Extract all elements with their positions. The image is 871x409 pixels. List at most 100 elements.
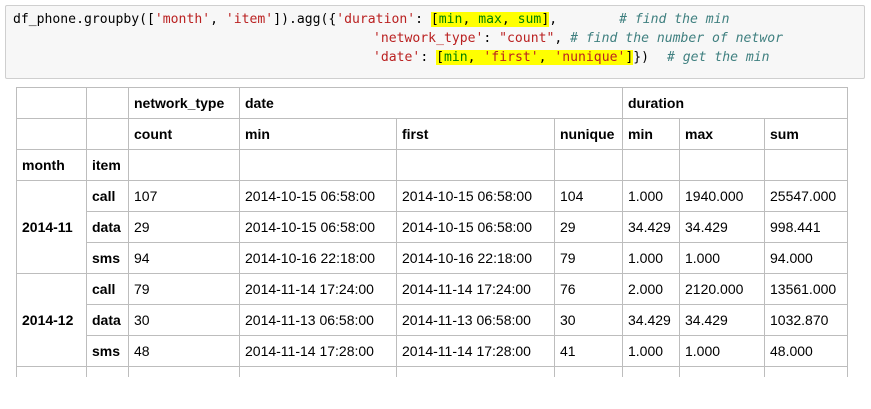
header-duration-max: max <box>679 118 765 150</box>
code-punct: , <box>538 50 555 65</box>
code-cell[interactable]: df_phone.groupby(['month', 'item']).agg(… <box>5 5 865 79</box>
header-duration-sum: sum <box>764 118 848 150</box>
header-date-first: first <box>396 118 555 150</box>
cell-duration-min: 1.000 <box>622 242 680 274</box>
row-index-item: data <box>86 211 129 243</box>
header-duration-min: min <box>622 118 680 150</box>
cell-count: 48 <box>128 335 240 367</box>
header-blank <box>86 87 129 119</box>
code-string-count: "count" <box>499 31 555 46</box>
cell-count: 30 <box>128 304 240 336</box>
cell-date-nunique: 79 <box>554 242 623 274</box>
table-row: data 29 2014-10-15 06:58:00 2014-10-15 0… <box>17 211 848 243</box>
code-punct: : <box>483 31 500 46</box>
cell-duration-sum: 94.000 <box>764 242 848 274</box>
cell-date-first: 2014-11-14 17:28:00 <box>396 335 555 367</box>
cell-date-first: 2014-11-14 17:24:00 <box>396 273 555 305</box>
cell-date-first: 2014-10-15 06:58:00 <box>396 211 555 243</box>
code-comment-3: # get the min <box>667 50 770 65</box>
code-string-item: 'item' <box>225 12 274 27</box>
cell-duration-sum: 1032.870 <box>764 304 848 336</box>
cell-duration-sum: 48.000 <box>764 335 848 367</box>
table-row: sms 94 2014-10-16 22:18:00 2014-10-16 22… <box>17 242 848 274</box>
cell-duration-min: 2.000 <box>622 273 680 305</box>
cell-count: 107 <box>128 180 240 212</box>
cell-date-min: 2014-10-16 22:18:00 <box>239 242 397 274</box>
cell-duration-min: 1.000 <box>622 335 680 367</box>
row-index-item: sms <box>86 242 129 274</box>
header-blank <box>16 87 87 119</box>
header-duration: duration <box>622 87 848 119</box>
cell-date-min: 2014-11-13 06:58:00 <box>239 304 397 336</box>
cell-count: 94 <box>128 242 240 274</box>
cell-count: 29 <box>128 211 240 243</box>
code-string-duration: 'duration' <box>336 12 416 27</box>
code-punct: }) <box>633 50 650 65</box>
code-builtin-min: min <box>443 50 468 65</box>
index-name-item: item <box>86 149 129 181</box>
cell-date-nunique: 104 <box>554 180 623 212</box>
code-punct: , <box>467 50 484 65</box>
row-index-item: call <box>86 273 129 305</box>
row-index-item: data <box>86 304 129 336</box>
cell-date-first: 2014-11-13 06:58:00 <box>396 304 555 336</box>
cell-duration-max: 1.000 <box>679 242 765 274</box>
code-punct: : <box>415 12 431 27</box>
code-punct: , <box>554 31 571 46</box>
code-builtin-min: min <box>438 12 463 27</box>
table-row: 2014-12 call 79 2014-11-14 17:24:00 2014… <box>16 273 848 367</box>
row-index-item: call <box>86 180 129 212</box>
code-highlight-date-aggs: [min, 'first', 'nunique'] <box>436 50 634 65</box>
header-network-type: network_type <box>128 87 240 119</box>
cell-count: 79 <box>128 273 240 305</box>
cell-date-nunique: 76 <box>554 273 623 305</box>
index-name-month: month <box>16 149 87 181</box>
header-date-min: min <box>239 118 397 150</box>
table-row: data 30 2014-11-13 06:58:00 2014-11-13 0… <box>17 304 848 336</box>
code-highlight-duration-aggs: [min, max, sum] <box>430 12 550 27</box>
row-index-month: 2014-11 <box>16 180 87 274</box>
index-names-row: month item <box>16 149 848 181</box>
cell-date-nunique: 29 <box>554 211 623 243</box>
row-index-month: 2014-12 <box>16 273 87 367</box>
cell-duration-min: 1.000 <box>622 180 680 212</box>
table-row-cutoff <box>16 366 848 377</box>
header-date-nunique: nunique <box>554 118 623 150</box>
cell-duration-sum: 13561.000 <box>764 273 848 305</box>
table-row: 2014-11 call 107 2014-10-15 06:58:00 201… <box>16 180 848 274</box>
cell-date-first: 2014-10-15 06:58:00 <box>396 180 555 212</box>
header-date: date <box>239 87 623 119</box>
cell-duration-sum: 25547.000 <box>764 180 848 212</box>
header-blank <box>86 118 129 150</box>
code-comment-1: # find the min <box>619 12 730 27</box>
code-comment-2: # find the number of networ <box>570 31 783 46</box>
code-punct: , <box>462 12 479 27</box>
cell-duration-sum: 998.441 <box>764 211 848 243</box>
code-builtin-sum: sum <box>517 12 542 27</box>
cell-duration-max: 34.429 <box>679 211 765 243</box>
code-punct: , <box>210 12 226 27</box>
cell-date-nunique: 41 <box>554 335 623 367</box>
column-header-level-0: network_type date duration <box>16 87 848 119</box>
code-punct: , <box>549 12 558 27</box>
header-count: count <box>128 118 240 150</box>
code-string-first: 'first' <box>483 50 539 65</box>
dataframe-output-table: network_type date duration count min fir… <box>16 87 848 377</box>
table-row: sms 48 2014-11-14 17:28:00 2014-11-14 17… <box>17 335 848 367</box>
code-punct: [ <box>436 50 444 65</box>
cell-date-first: 2014-10-16 22:18:00 <box>396 242 555 274</box>
code-line-3: 'date': [min, 'first', 'nunique']}) # get… <box>13 50 770 65</box>
cell-date-min: 2014-10-15 06:58:00 <box>239 180 397 212</box>
column-header-level-1: count min first nunique min max sum <box>16 118 848 150</box>
cell-duration-max: 1.000 <box>679 335 765 367</box>
cell-duration-min: 34.429 <box>622 211 680 243</box>
code-line-2: 'network_type': "count", # find the numb… <box>13 31 783 46</box>
code-builtin-max: max <box>478 12 502 27</box>
header-blank <box>16 118 87 150</box>
cell-date-min: 2014-11-14 17:24:00 <box>239 273 397 305</box>
cell-date-nunique: 30 <box>554 304 623 336</box>
cell-date-min: 2014-11-14 17:28:00 <box>239 335 397 367</box>
code-punct: : <box>420 50 437 65</box>
code-string-nunique: 'nunique' <box>554 50 626 65</box>
cell-duration-max: 34.429 <box>679 304 765 336</box>
